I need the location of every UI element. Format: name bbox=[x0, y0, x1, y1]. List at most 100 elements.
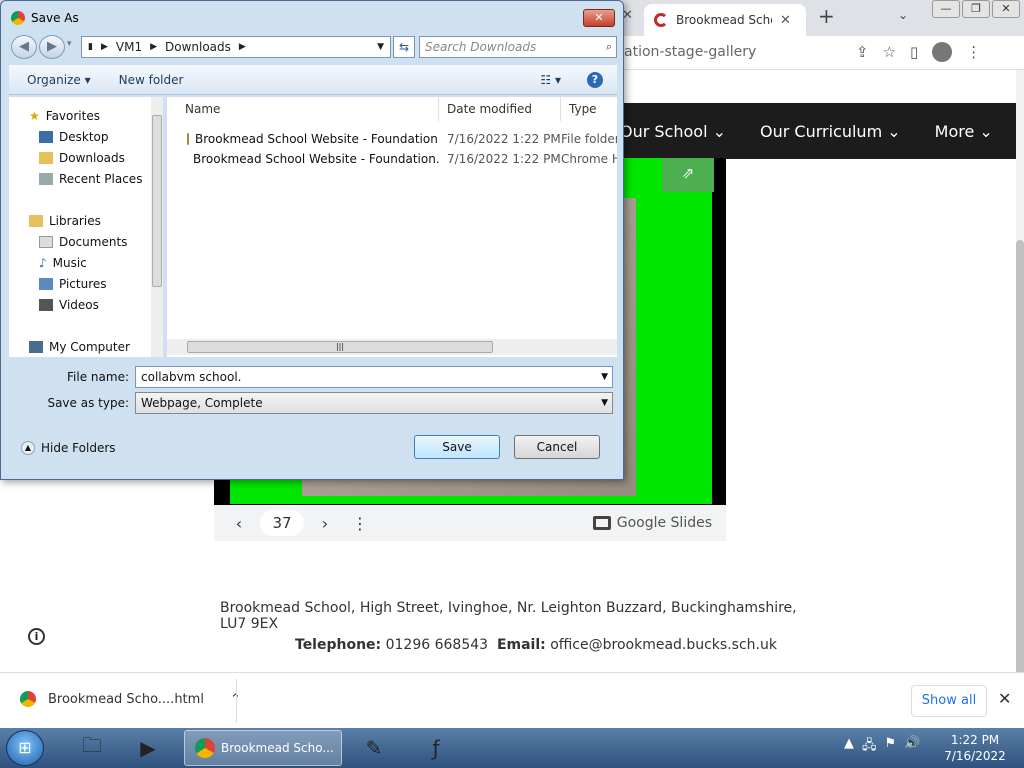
minimize-icon[interactable]: — bbox=[932, 0, 960, 18]
taskbar: ⊞ 🗀 ▶ Brookmead Scho... ✎ ƒ ▲ 🖧 ⚑ 🔊 1:22… bbox=[0, 728, 1024, 768]
start-button[interactable]: ⊞ bbox=[6, 730, 44, 766]
nav-more[interactable]: More ⌄ bbox=[935, 122, 993, 141]
cancel-button[interactable]: Cancel bbox=[514, 435, 600, 459]
col-type[interactable]: Type bbox=[561, 97, 617, 121]
flash-taskbar-icon[interactable]: ƒ bbox=[410, 730, 462, 766]
download-item[interactable]: Brookmead Scho....html ⌃ bbox=[20, 691, 241, 707]
col-date[interactable]: Date modified bbox=[439, 97, 561, 121]
col-name[interactable]: Name bbox=[167, 97, 439, 121]
nav-our-curriculum[interactable]: Our Curriculum ⌄ bbox=[760, 122, 901, 141]
email-link[interactable]: office@brookmead.bucks.sch.uk bbox=[550, 637, 777, 653]
open-external-icon[interactable]: ⇗ bbox=[662, 158, 714, 192]
nav-libraries[interactable]: Libraries bbox=[29, 214, 101, 228]
prev-slide-icon[interactable]: ‹ bbox=[226, 514, 252, 533]
search-icon: ⌕ bbox=[605, 40, 612, 53]
dialog-titlebar[interactable]: Save As bbox=[1, 1, 623, 35]
breadcrumb-vm1[interactable]: VM1 bbox=[116, 40, 142, 54]
explorer-taskbar-icon[interactable]: 🗀 bbox=[66, 730, 118, 766]
address-dropdown-icon[interactable]: ▼ bbox=[377, 42, 384, 52]
search-input[interactable]: Search Downloads ⌕ bbox=[419, 36, 617, 58]
chevron-up-icon: ▲ bbox=[21, 441, 35, 455]
system-tray: ▲ 🖧 ⚑ 🔊 bbox=[844, 736, 920, 758]
file-row[interactable]: Brookmead School Website - Foundation...… bbox=[167, 149, 617, 169]
forward-button[interactable]: ▶ bbox=[39, 35, 65, 59]
page-scrollbar[interactable] bbox=[1016, 70, 1024, 700]
clock[interactable]: 1:22 PM 7/16/2022 bbox=[940, 732, 1010, 764]
restore-icon[interactable]: ❐ bbox=[962, 0, 990, 18]
close-download-bar-icon[interactable]: ✕ bbox=[998, 689, 1011, 708]
chrome-file-icon bbox=[20, 691, 36, 707]
chevron-down-icon[interactable]: ▼ bbox=[601, 367, 608, 387]
nav-our-school[interactable]: Our School ⌄ bbox=[620, 122, 726, 141]
menu-kebab-icon[interactable]: ⋮ bbox=[966, 43, 981, 61]
bookmark-star-icon[interactable]: ☆ bbox=[883, 43, 896, 61]
new-folder-button[interactable]: New folder bbox=[119, 73, 184, 87]
recent-places-icon bbox=[39, 173, 53, 185]
show-all-button[interactable]: Show all bbox=[911, 685, 987, 717]
file-list: Name Date modified Type Brookmead School… bbox=[167, 97, 617, 357]
telephone: 01296 668543 bbox=[385, 637, 489, 653]
pictures-icon bbox=[39, 278, 53, 290]
new-tab-icon[interactable]: + bbox=[818, 4, 835, 28]
network-icon[interactable]: 🖧 bbox=[862, 736, 877, 758]
side-panel-icon[interactable]: ▯ bbox=[910, 43, 918, 61]
save-type-label: Save as type: bbox=[47, 396, 129, 410]
slide-number[interactable]: 37 bbox=[260, 510, 304, 536]
desktop-icon bbox=[39, 131, 53, 143]
file-name-label: File name: bbox=[67, 370, 129, 384]
site-favicon-icon bbox=[654, 13, 668, 27]
horizontal-scrollbar[interactable]: ||| bbox=[167, 339, 617, 355]
save-type-select[interactable]: Webpage, Complete ▼ bbox=[135, 392, 613, 414]
nav-documents[interactable]: Documents bbox=[39, 235, 127, 249]
action-center-icon[interactable]: ⚑ bbox=[885, 736, 897, 758]
file-name-input[interactable]: collabvm school. ▼ bbox=[135, 366, 613, 388]
help-icon[interactable]: ? bbox=[587, 71, 603, 88]
nav-downloads[interactable]: Downloads bbox=[39, 151, 125, 165]
more-options-icon[interactable]: ⋮ bbox=[352, 514, 368, 533]
chevron-down-icon[interactable]: ▼ bbox=[601, 393, 608, 413]
nav-scrollbar[interactable] bbox=[151, 97, 163, 357]
file-row[interactable]: Brookmead School Website - Foundation...… bbox=[167, 129, 617, 149]
browser-tab[interactable]: Brookmead Scho ✕ bbox=[644, 4, 806, 36]
nav-desktop[interactable]: Desktop bbox=[39, 130, 109, 144]
media-player-taskbar-icon[interactable]: ▶ bbox=[122, 730, 174, 766]
slides-controls: ‹ 37 › ⋮ Google Slides bbox=[214, 505, 726, 541]
refresh-icon[interactable]: ⇆ bbox=[393, 36, 415, 58]
slides-logo-icon bbox=[592, 516, 611, 530]
volume-icon[interactable]: 🔊 bbox=[904, 736, 920, 758]
dialog-close-button[interactable]: ✕ bbox=[583, 9, 615, 27]
nav-recent-places[interactable]: Recent Places bbox=[39, 172, 142, 186]
tab-search-icon[interactable]: ⌄ bbox=[898, 8, 908, 22]
save-button[interactable]: Save bbox=[414, 435, 500, 459]
address-bar[interactable]: ation-stage-gallery bbox=[624, 44, 756, 60]
music-icon: ♪ bbox=[39, 256, 47, 270]
nav-videos[interactable]: Videos bbox=[39, 298, 99, 312]
contact-line: Telephone: 01296 668543 Email: office@br… bbox=[295, 637, 777, 653]
nav-pictures[interactable]: Pictures bbox=[39, 277, 107, 291]
next-slide-icon[interactable]: › bbox=[312, 514, 338, 533]
nav-my-computer[interactable]: My Computer bbox=[29, 340, 130, 354]
close-tab-icon[interactable]: ✕ bbox=[780, 13, 791, 28]
breadcrumb-downloads[interactable]: Downloads bbox=[165, 40, 231, 54]
organize-button[interactable]: Organize ▾ bbox=[27, 73, 91, 87]
share-icon[interactable]: ⇪ bbox=[856, 43, 869, 61]
nav-music[interactable]: ♪ Music bbox=[39, 256, 87, 270]
hide-folders-toggle[interactable]: ▲ Hide Folders bbox=[21, 441, 116, 455]
breadcrumb[interactable]: ▮ ▶ VM1 ▶ Downloads ▶ ▼ bbox=[81, 36, 391, 58]
chrome-taskbar-button[interactable]: Brookmead Scho... bbox=[184, 730, 342, 766]
notepad-taskbar-icon[interactable]: ✎ bbox=[348, 730, 400, 766]
google-slides-link[interactable]: Google Slides bbox=[592, 515, 712, 531]
nav-favorites[interactable]: ★ Favorites bbox=[29, 109, 100, 123]
close-window-icon[interactable]: ✕ bbox=[992, 0, 1020, 18]
back-button[interactable]: ◀ bbox=[11, 35, 37, 59]
chrome-icon bbox=[195, 738, 215, 758]
download-bar: Brookmead Scho....html ⌃ Show all ✕ bbox=[0, 672, 1024, 728]
downloads-folder-icon bbox=[39, 152, 53, 164]
profile-avatar[interactable] bbox=[932, 42, 953, 62]
folder-icon: ▮ bbox=[88, 42, 93, 52]
school-address: Brookmead School, High Street, Ivinghoe,… bbox=[220, 600, 797, 632]
show-hidden-icons[interactable]: ▲ bbox=[844, 736, 854, 758]
info-icon[interactable]: i bbox=[28, 628, 45, 645]
view-options-icon[interactable]: ☷ ▾ bbox=[540, 73, 561, 87]
recent-locations-icon[interactable]: ▾ bbox=[67, 39, 72, 49]
